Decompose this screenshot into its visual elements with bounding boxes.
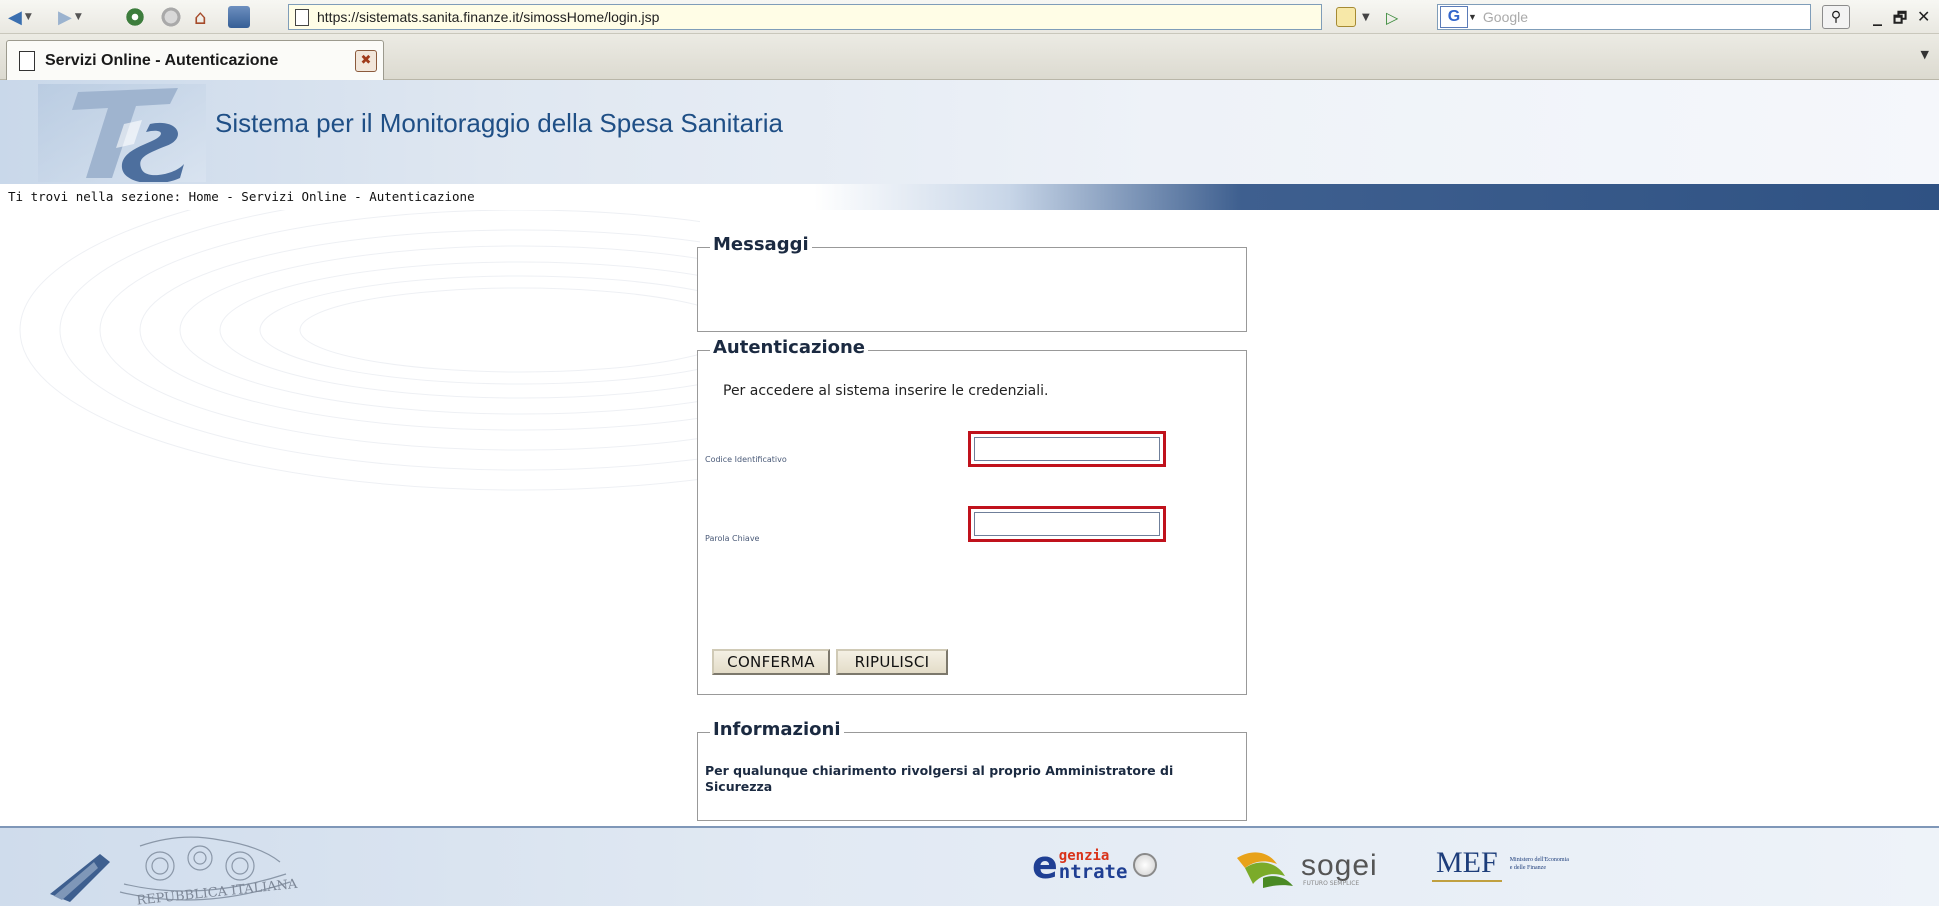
- tab-servizi-online[interactable]: Servizi Online - Autenticazione ✖: [6, 40, 384, 80]
- parola-chiave-highlight: [968, 506, 1166, 542]
- chevron-down-icon[interactable]: ▼: [25, 12, 32, 22]
- restore-button[interactable]: 🗗: [1893, 8, 1907, 33]
- parola-chiave-input[interactable]: [974, 512, 1160, 536]
- codice-identificativo-highlight: [968, 431, 1166, 467]
- magnifier-icon[interactable]: ⚲: [1822, 5, 1850, 29]
- ripulisci-button[interactable]: RIPULISCI: [836, 649, 948, 675]
- search-box[interactable]: G ▼ Google: [1437, 4, 1811, 30]
- lock-icon[interactable]: [1336, 7, 1356, 27]
- messages-panel: Messaggi: [697, 234, 1247, 332]
- chevron-down-icon[interactable]: ▼: [75, 12, 82, 22]
- breadcrumb: Ti trovi nella sezione: Home - Servizi O…: [8, 189, 475, 204]
- auth-instructions: Per accedere al sistema inserire le cred…: [723, 383, 1049, 399]
- minimize-button[interactable]: _: [1873, 6, 1882, 27]
- site-header: Sistema per il Monitoraggio della Spesa …: [0, 80, 1939, 184]
- information-panel: Informazioni Per qualunque chiarimento r…: [697, 719, 1247, 821]
- page-icon: [295, 8, 309, 26]
- reload-icon[interactable]: [124, 6, 146, 28]
- mef-name: MEF: [1432, 846, 1502, 882]
- page-icon: [19, 50, 35, 71]
- bookmarks-icon[interactable]: [228, 6, 250, 28]
- address-bar[interactable]: https://sistemats.sanita.finanze.it/simo…: [288, 4, 1322, 30]
- stop-icon[interactable]: [160, 6, 182, 28]
- footer: REPUBBLICA ITALIANA e genzia ntrate soge…: [0, 826, 1939, 906]
- tab-list-chevron-icon[interactable]: ▼: [1921, 48, 1929, 61]
- google-icon[interactable]: G: [1440, 6, 1468, 28]
- mef-description: Ministero dell'Economia e delle Finanze: [1509, 857, 1569, 871]
- browser-toolbar: ◀ ▼ ▶ ▼ ⌂ https://sistemats.sanita.finanze…: [0, 0, 1939, 34]
- close-window-button[interactable]: ✕: [1917, 7, 1930, 26]
- republic-emblem-icon: [1133, 853, 1158, 877]
- sogei-logo: sogei FUTURO SEMPLICE: [1233, 844, 1378, 888]
- authentication-panel: Autenticazione Per accedere al sistema i…: [697, 337, 1247, 695]
- conferma-button[interactable]: CONFERMA: [712, 649, 830, 675]
- site-title: Sistema per il Monitoraggio della Spesa …: [215, 108, 783, 138]
- sogei-mark-icon: [1237, 852, 1293, 888]
- close-tab-icon[interactable]: ✖: [355, 50, 377, 72]
- back-button[interactable]: ◀ ▼: [8, 5, 32, 29]
- agenzia-entrate-line2: ntrate: [1058, 861, 1128, 883]
- sogei-name: sogei: [1301, 849, 1378, 882]
- information-legend: Informazioni: [710, 719, 844, 740]
- back-arrow-icon: ◀: [8, 6, 22, 28]
- go-icon[interactable]: ▷: [1386, 5, 1398, 29]
- ts-logo: [38, 84, 206, 182]
- chevron-down-icon[interactable]: ▼: [1468, 12, 1477, 22]
- codice-identificativo-label: Codice Identificativo: [705, 455, 787, 464]
- authentication-legend: Autenticazione: [710, 337, 868, 358]
- parola-chiave-label: Parola Chiave: [705, 534, 760, 543]
- tab-bar: Servizi Online - Autenticazione ✖ ▼: [0, 34, 1939, 80]
- information-text: Per qualunque chiarimento rivolgersi al …: [705, 763, 1174, 794]
- forward-button[interactable]: ▶ ▼: [58, 5, 82, 29]
- codice-identificativo-input[interactable]: [974, 437, 1160, 461]
- messages-legend: Messaggi: [710, 234, 812, 255]
- forward-arrow-icon: ▶: [58, 6, 72, 28]
- agenzia-entrate-e: e: [1032, 843, 1058, 887]
- repubblica-italiana-seal: REPUBBLICA ITALIANA: [50, 836, 299, 906]
- chevron-down-icon[interactable]: ▼: [1362, 5, 1370, 29]
- tab-title: Servizi Online - Autenticazione: [45, 51, 279, 69]
- home-icon[interactable]: ⌂: [194, 5, 207, 29]
- search-placeholder[interactable]: Google: [1483, 9, 1528, 25]
- breadcrumb-bar: Ti trovi nella sezione: Home - Servizi O…: [0, 184, 1939, 210]
- url-text[interactable]: https://sistemats.sanita.finanze.it/simo…: [317, 9, 659, 25]
- sogei-tagline: FUTURO SEMPLICE: [1303, 880, 1360, 887]
- agenzia-entrate-logo: e genzia ntrate: [1032, 843, 1158, 887]
- mef-logo: MEF Ministero dell'Economia e delle Fina…: [1432, 846, 1570, 882]
- seal-text: REPUBBLICA ITALIANA: [136, 877, 299, 906]
- background-swirl: [19, 210, 700, 491]
